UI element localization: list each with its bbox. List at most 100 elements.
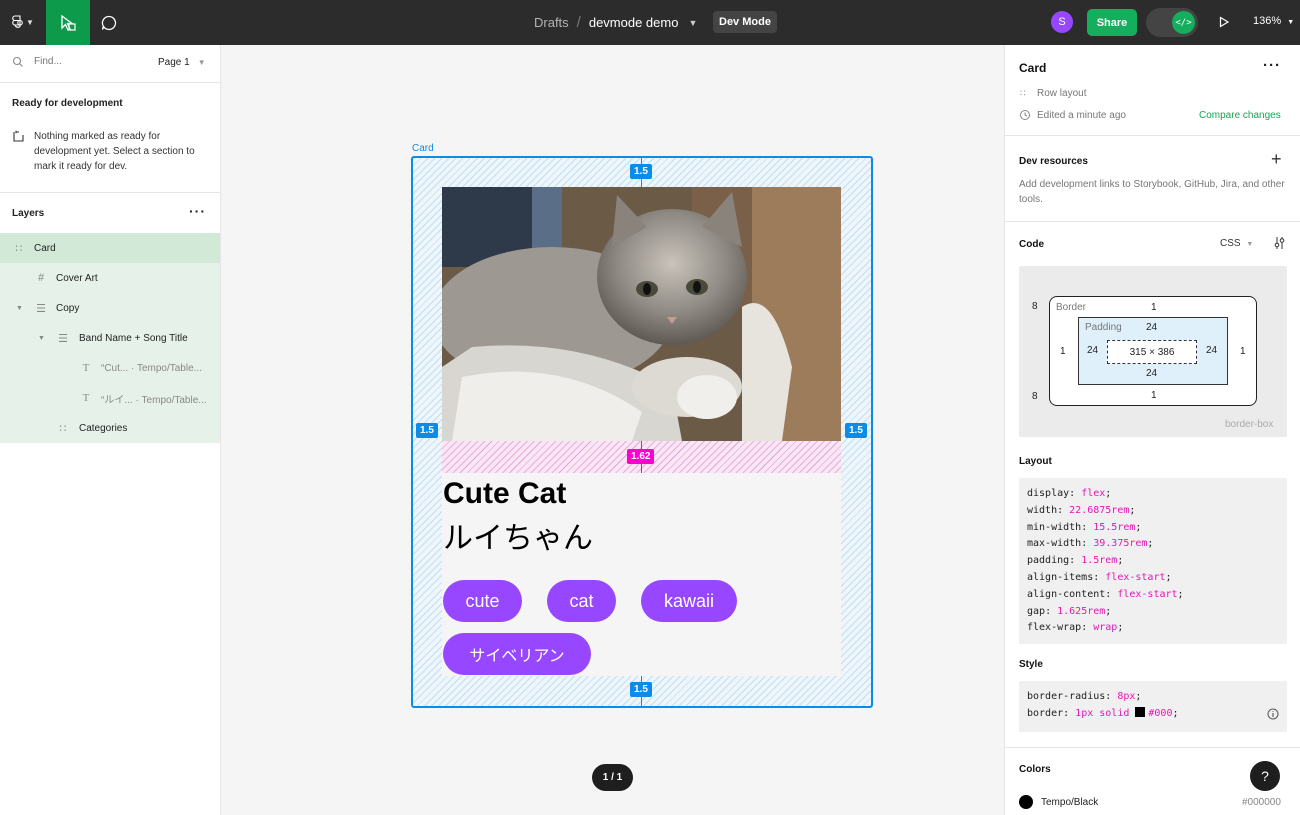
tag-pill[interactable]: cat (547, 580, 616, 622)
search-icon (12, 56, 23, 67)
color-swatch (1135, 706, 1146, 717)
page-indicator[interactable]: 1 / 1 (592, 764, 633, 791)
css-line: border: 1px solid #000; (1027, 706, 1179, 719)
layer-label: Copy (56, 302, 80, 314)
layer-label: Cover Art (56, 272, 98, 284)
layer-copy[interactable]: ▼ ☰ Copy (0, 293, 220, 323)
text-icon: T (82, 362, 90, 374)
help-button[interactable]: ? (1250, 761, 1280, 791)
auto-layout-grid-icon: ∷ (59, 422, 67, 435)
chevron-down-icon: ▼ (1287, 19, 1295, 26)
padding-badge-top: 1.5 (630, 164, 652, 179)
layer-cover-art[interactable]: # Cover Art (0, 263, 220, 293)
row-layout-icon: ∷ (1020, 88, 1026, 98)
breadcrumb-drafts[interactable]: Drafts (534, 15, 569, 30)
zoom-level: 136% (1253, 15, 1282, 27)
inspect-panel: Card ··· ∷ Row layout Edited a minute ag… (1004, 45, 1300, 815)
frame-label[interactable]: Card (412, 143, 434, 154)
padding-box: Padding 24 24 24 24 315 × 386 (1078, 317, 1228, 385)
share-button[interactable]: Share (1087, 9, 1137, 36)
border-right-value: 1 (1240, 346, 1246, 357)
cursor-icon (61, 14, 76, 31)
card-title[interactable]: Cute Cat (443, 477, 566, 511)
css-line: border-radius: 8px; (1027, 691, 1142, 702)
caret-down-icon[interactable]: ▼ (38, 335, 45, 342)
layer-text-rui[interactable]: T “ルイ... · Tempo/Table... (0, 383, 220, 413)
page-name: Page 1 (158, 57, 190, 68)
search-row: Page 1 ▼ (0, 45, 220, 83)
user-avatar[interactable]: S (1051, 11, 1073, 33)
compare-changes-link[interactable]: Compare changes (1199, 110, 1281, 121)
dev-mode-badge: Dev Mode (713, 11, 777, 33)
vertical-layout-icon: ☰ (36, 302, 46, 315)
zoom-menu[interactable]: 136% ▼ (1253, 15, 1294, 27)
page-selector[interactable]: Page 1 ▼ (158, 57, 206, 68)
colors-title: Colors (1019, 764, 1051, 775)
tag-pill[interactable]: サイベリアン (443, 633, 591, 675)
layer-band-name-song-title[interactable]: ▼ ☰ Band Name + Song Title (0, 323, 220, 353)
color-hex[interactable]: #000000 (1242, 797, 1281, 808)
layer-text-cute[interactable]: T “Cut... · Tempo/Table... (0, 353, 220, 383)
layer-label: Categories (79, 422, 128, 434)
padding-bottom-value: 24 (1146, 368, 1158, 379)
code-icon: </> (1172, 11, 1195, 34)
layout-title: Layout (1019, 456, 1052, 467)
border-left-value: 1 (1060, 346, 1066, 357)
chevron-down-icon: ▼ (1246, 241, 1254, 248)
layout-type: Row layout (1037, 88, 1087, 99)
code-language-select[interactable]: CSS ▼ (1220, 238, 1253, 249)
layer-categories[interactable]: ∷ Categories (0, 413, 220, 443)
box-sizing-label: border-box (1225, 419, 1274, 430)
play-icon (1219, 16, 1230, 28)
padding-top-value: 24 (1146, 322, 1158, 333)
css-line: max-width: 39.375rem; (1027, 538, 1154, 550)
more-options-icon[interactable]: ··· (189, 203, 206, 219)
layer-label: “Cut... · Tempo/Table... (101, 362, 202, 374)
layer-card[interactable]: ∷ Card (0, 233, 220, 263)
text-icon: T (82, 392, 90, 404)
dev-resources-section: Dev resources + Add development links to… (1005, 136, 1300, 222)
color-name[interactable]: Tempo/Black (1041, 797, 1098, 808)
layer-search-input[interactable] (34, 56, 144, 67)
caret-down-icon[interactable]: ▼ (16, 305, 23, 312)
main-menu-button[interactable]: ▼ (0, 0, 46, 45)
margin-bottom-left: 8 (1032, 391, 1038, 402)
selection-name: Card (1019, 61, 1047, 75)
inspect-tool-button[interactable] (46, 0, 90, 45)
style-css-block[interactable]: border-radius: 8px; border: 1px solid #0… (1019, 681, 1287, 732)
cover-art-image[interactable] (442, 187, 841, 441)
tag-pill[interactable]: kawaii (641, 580, 737, 622)
color-swatch-black (1019, 795, 1033, 809)
present-button[interactable] (1216, 14, 1232, 30)
comment-tool-button[interactable] (90, 0, 128, 45)
border-box: Border 1 1 1 1 Padding 24 24 24 24 315 ×… (1049, 296, 1257, 406)
card-subtitle[interactable]: ルイちゃん (443, 513, 593, 557)
canvas[interactable]: Card Cute Cat ルイちゃん cute cat kawaii サイベリ… (221, 45, 1004, 815)
file-name[interactable]: devmode demo (589, 15, 679, 30)
more-options-icon[interactable]: ··· (1263, 57, 1281, 74)
padding-badge-right: 1.5 (845, 423, 867, 438)
dev-status-icon (13, 130, 24, 142)
layer-label: Card (34, 242, 56, 254)
padding-badge-left: 1.5 (416, 423, 438, 438)
settings-sliders-icon[interactable] (1273, 236, 1286, 250)
add-icon[interactable]: + (1271, 149, 1282, 170)
ready-for-dev-title: Ready for development (12, 98, 123, 109)
border-bottom-value: 1 (1151, 390, 1157, 401)
layout-css-block[interactable]: display: flex; width: 22.6875rem; min-wi… (1019, 478, 1287, 644)
css-line: align-content: flex-start; (1027, 588, 1184, 600)
layers-title: Layers (12, 208, 45, 219)
box-model-diagram: 8 8 8 8 Border 1 1 1 1 Padding 24 24 24 … (1019, 266, 1287, 437)
margin-top-left: 8 (1032, 301, 1038, 312)
code-language: CSS (1220, 238, 1241, 249)
css-line: padding: 1.5rem; (1027, 555, 1124, 567)
tag-pill[interactable]: cute (443, 580, 522, 622)
info-icon[interactable] (1267, 708, 1279, 720)
ready-for-dev-section: Ready for development Nothing marked as … (0, 83, 220, 193)
chevron-down-icon[interactable]: ▼ (688, 18, 697, 28)
padding-label: Padding (1085, 322, 1122, 333)
file-breadcrumb: Drafts / devmode demo ▼ (534, 0, 697, 45)
dev-mode-toggle[interactable]: </> (1146, 8, 1198, 37)
layers-header: Layers ··· (0, 193, 220, 233)
css-line: width: 22.6875rem; (1027, 504, 1136, 516)
